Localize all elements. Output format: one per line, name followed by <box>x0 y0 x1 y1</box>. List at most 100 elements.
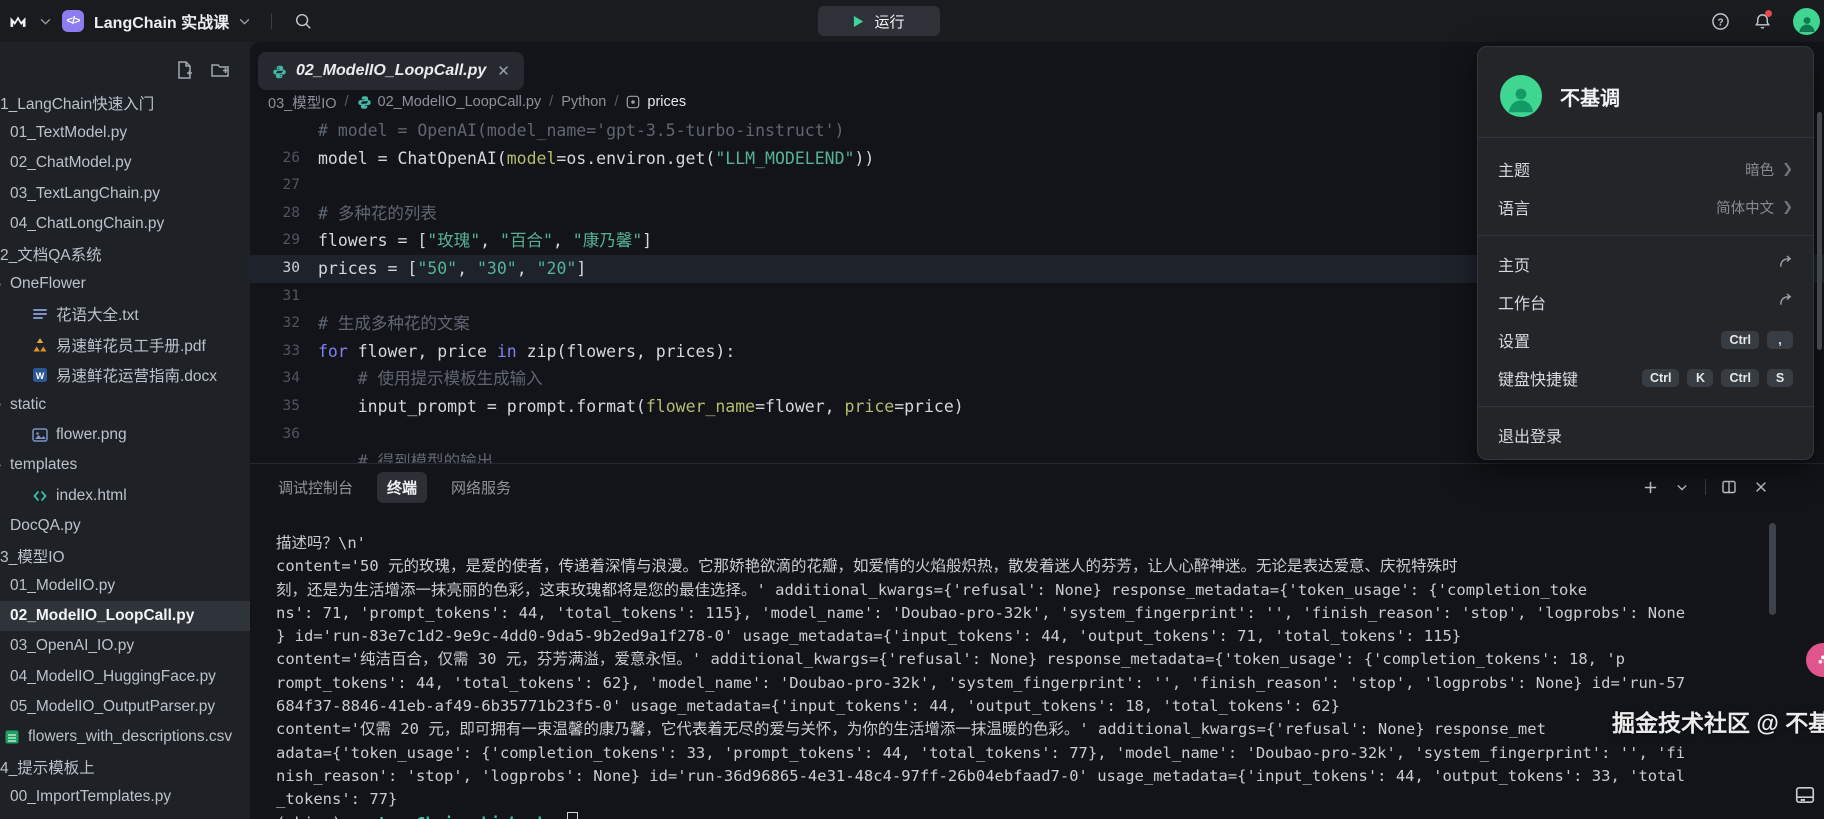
menu-item[interactable]: 主题暗色❯ <box>1478 150 1813 188</box>
add-terminal-icon[interactable] <box>1641 478 1659 496</box>
chevron-down-icon[interactable] <box>239 17 251 25</box>
venv-label: (shims) <box>276 814 341 819</box>
terminal-scrollbar[interactable] <box>1769 523 1776 615</box>
file-tree-item[interactable]: 00_ImportTemplates.py <box>0 782 250 812</box>
terminal-line: content='仅需 20 元，即可拥有一束温馨的康乃馨，它代表着无尽的爱与关… <box>276 718 1706 741</box>
user-menu-header: 不基调 <box>1478 47 1813 137</box>
app-logo-icon[interactable] <box>8 10 30 32</box>
file-tree-item[interactable]: index.html <box>0 480 250 510</box>
chevron-right-icon: ❯ <box>1782 199 1793 215</box>
code-text: flowers = ["玫瑰", "百合", "康乃馨"] <box>318 227 652 255</box>
file-tree-item[interactable]: 1_LangChain快速入门 <box>0 88 250 118</box>
user-avatar-large <box>1500 75 1542 117</box>
menu-item-label: 设置 <box>1498 328 1530 352</box>
file-tree-item[interactable]: W易速鲜花运营指南.docx <box>0 360 250 390</box>
notifications-bell-icon[interactable] <box>1751 10 1773 32</box>
terminal-line: nish_reason': 'stop', 'logprobs': None} … <box>276 765 1706 788</box>
file-name: 04_ModelIO_HuggingFace.py <box>10 668 216 686</box>
line-number: 27 <box>250 172 318 200</box>
menu-item[interactable]: 退出登录 <box>1478 416 1813 454</box>
new-folder-icon[interactable] <box>210 60 230 80</box>
file-tree-item[interactable]: ❯static <box>0 390 250 420</box>
file-tree-item[interactable]: ❯templates <box>0 450 250 480</box>
file-tree-item[interactable]: ❯OneFlower <box>0 269 250 299</box>
code-text: for flower, price in zip(flowers, prices… <box>318 338 735 366</box>
menu-item[interactable]: 工作台 <box>1478 283 1813 321</box>
line-number: 35 <box>250 393 318 421</box>
external-link-icon <box>1778 292 1793 312</box>
panel-tab-inactive[interactable]: 调试控制台 <box>268 472 363 503</box>
terminal-line: ns': 71, 'prompt_tokens': 44, 'total_tok… <box>276 602 1706 625</box>
file-tree-item[interactable]: 花语大全.txt <box>0 299 250 329</box>
file-tree-item[interactable]: 4_提示模板上 <box>0 752 250 782</box>
file-tree-item[interactable]: 01_TextModel.py <box>0 118 250 148</box>
breadcrumb-label: 02_ModelIO_LoopCall.py <box>378 94 542 110</box>
breadcrumb-label: prices <box>647 94 686 110</box>
file-name: 02_ModelIO_LoopCall.py <box>10 607 194 625</box>
help-icon[interactable]: ? <box>1709 10 1731 32</box>
file-tree: 1_LangChain快速入门01_TextModel.py02_ChatMod… <box>0 88 250 813</box>
breadcrumb-item[interactable]: prices <box>626 94 686 110</box>
breadcrumb-label: 03_模型IO <box>268 92 337 113</box>
file-name: 花语大全.txt <box>56 303 139 325</box>
menu-item[interactable]: 语言简体中文❯ <box>1478 188 1813 226</box>
terminal-line: _tokens': 77} <box>276 788 1706 811</box>
breadcrumb-item[interactable]: Python <box>561 94 606 110</box>
breadcrumb-separator: / <box>345 94 349 110</box>
run-button[interactable]: 运行 <box>818 6 940 36</box>
new-file-icon[interactable] <box>174 60 194 80</box>
keycap: , <box>1767 331 1793 349</box>
file-tree-item[interactable]: 3_模型IO <box>0 541 250 571</box>
svg-text:?: ? <box>1717 17 1723 28</box>
file-name: OneFlower <box>10 275 86 293</box>
menu-item[interactable]: 设置Ctrl, <box>1478 321 1813 359</box>
file-tree-item[interactable]: 05_ModelIO_OutputParser.py <box>0 692 250 722</box>
png-file-icon <box>32 427 48 443</box>
breadcrumb-item[interactable]: 03_模型IO <box>268 92 337 113</box>
file-tree-item[interactable]: 04_ModelIO_HuggingFace.py <box>0 662 250 692</box>
file-tree-item[interactable]: 04_ChatLongChain.py <box>0 209 250 239</box>
panel-tab-active[interactable]: 终端 <box>377 472 427 503</box>
file-explorer-sidebar: 1_LangChain快速入门01_TextModel.py02_ChatMod… <box>0 42 250 819</box>
project-icon: </> <box>62 10 84 32</box>
chevron-down-icon[interactable] <box>40 17 52 25</box>
menu-item[interactable]: 键盘快捷键CtrlKCtrlS <box>1478 359 1813 397</box>
editor-tab[interactable]: 02_ModelIO_LoopCall.py ✕ <box>258 52 524 90</box>
file-tree-item[interactable]: 易速鲜花员工手册.pdf <box>0 330 250 360</box>
code-text: model = ChatOpenAI(model=os.environ.get(… <box>318 145 874 173</box>
breadcrumb-label: Python <box>561 94 606 110</box>
file-tree-item[interactable]: flower.png <box>0 420 250 450</box>
file-tree-item[interactable]: flowers_with_descriptions.csv <box>0 722 250 752</box>
dock-panel-icon[interactable] <box>1792 782 1818 808</box>
close-tab-icon[interactable]: ✕ <box>497 62 510 80</box>
project-title[interactable]: LangChain 实战课 <box>94 9 229 33</box>
code-text: # 生成多种花的文案 <box>318 310 470 338</box>
watermark: 掘金技术社区 @ 不基调 <box>1612 704 1824 738</box>
menu-item-label: 语言 <box>1498 195 1530 219</box>
csv-file-icon <box>4 729 20 745</box>
menu-item[interactable]: 主页 <box>1478 245 1813 283</box>
close-panel-icon[interactable] <box>1752 478 1770 496</box>
split-panel-icon[interactable] <box>1720 478 1738 496</box>
user-avatar[interactable] <box>1793 8 1820 35</box>
code-text: # model = OpenAI(model_name='gpt-3.5-tur… <box>318 117 845 145</box>
file-tree-item[interactable]: 02_ModelIO_LoopCall.py <box>0 601 250 631</box>
file-tree-item[interactable]: 2_文档QA系统 <box>0 239 250 269</box>
terminal-output[interactable]: 描述吗？\n'content='50 元的玫瑰，是爱的使者，传递着深情与浪漫。它… <box>276 532 1706 819</box>
line-number: 36 <box>250 421 318 449</box>
python-icon <box>272 64 287 79</box>
file-tree-item[interactable]: 02_ChatModel.py <box>0 148 250 178</box>
editor-scrollbar[interactable] <box>1817 112 1822 350</box>
file-name: DocQA.py <box>10 517 81 535</box>
file-tree-item[interactable]: 03_OpenAI_IO.py <box>0 631 250 661</box>
file-tree-item[interactable]: 03_TextLangChain.py <box>0 179 250 209</box>
chevron-down-icon[interactable] <box>1673 478 1691 496</box>
search-icon[interactable] <box>292 10 314 32</box>
file-tree-item[interactable]: DocQA.py <box>0 511 250 541</box>
menu-item-label: 键盘快捷键 <box>1498 366 1578 390</box>
panel-tab-inactive[interactable]: 网络服务 <box>441 472 521 503</box>
file-name: static <box>10 396 46 414</box>
breadcrumb-item[interactable]: 02_ModelIO_LoopCall.py <box>357 94 542 110</box>
file-name: 3_模型IO <box>0 545 65 567</box>
file-tree-item[interactable]: 01_ModelIO.py <box>0 571 250 601</box>
